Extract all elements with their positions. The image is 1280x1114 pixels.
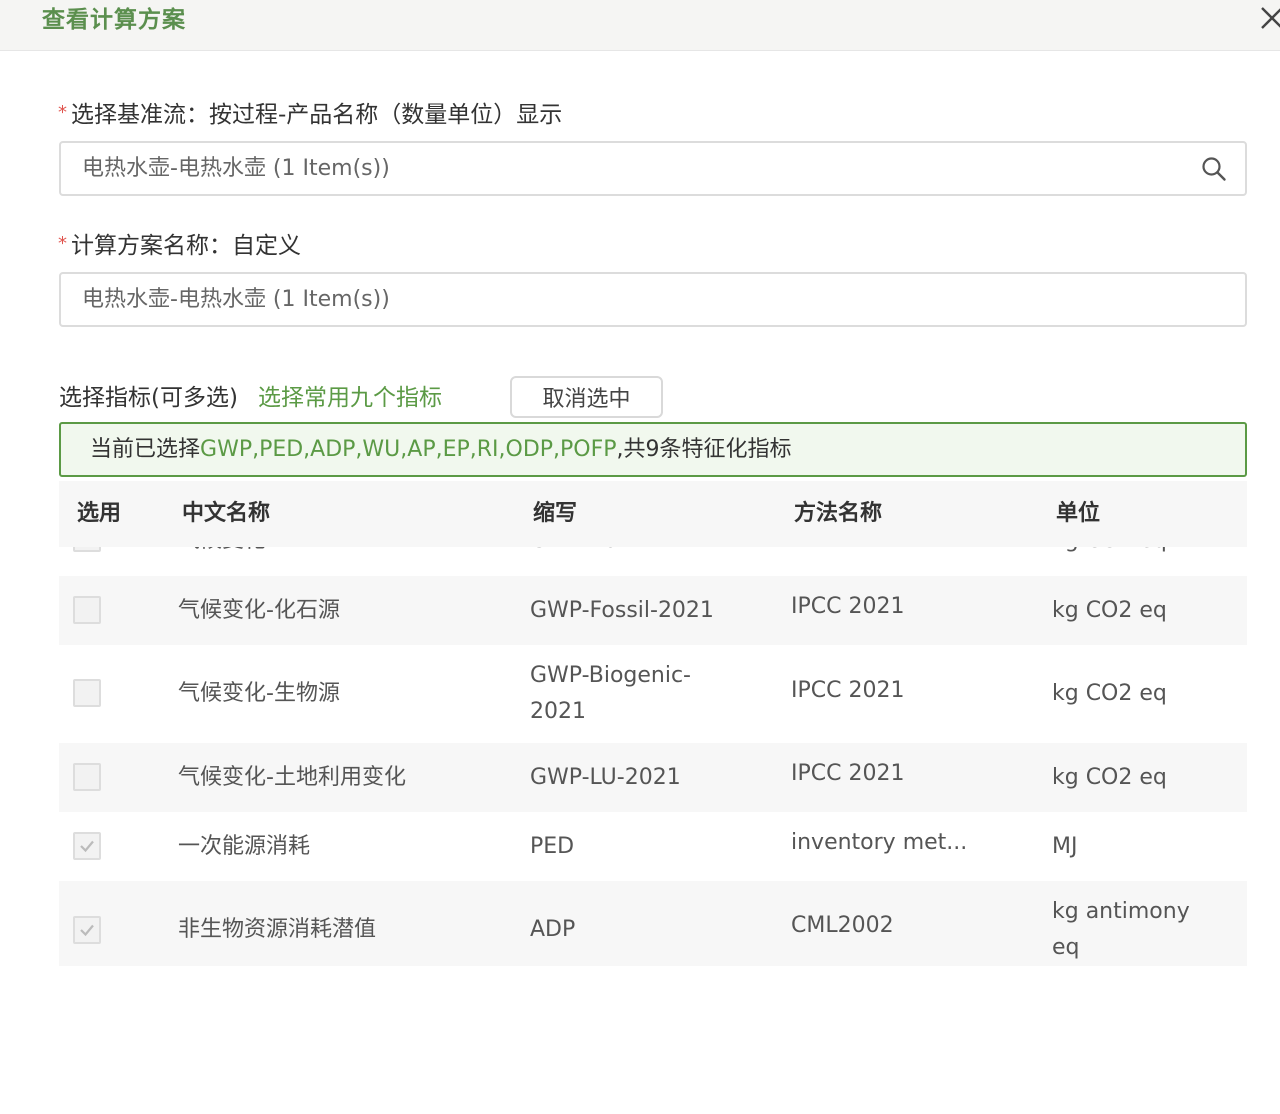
row-abbreviation-cell: ADP xyxy=(530,917,576,942)
required-mark: * xyxy=(58,102,67,123)
selection-summary-text: 当前已选择GWP,PED,ADP,WU,AP,EP,RI,ODP,POFP,共9… xyxy=(90,434,792,466)
row-checkbox[interactable] xyxy=(73,679,101,707)
table-row: 气候变化 GWP-2021 IPCC 2021 kg CO2 eq xyxy=(59,547,1247,576)
column-header-name: 中文名称 xyxy=(182,501,271,526)
selection-summary-banner: 当前已选择GWP,PED,ADP,WU,AP,EP,RI,ODP,POFP,共9… xyxy=(59,422,1247,477)
row-abbreviation-cell: GWP-2021 xyxy=(530,547,646,559)
selection-suffix: ,共9条特征化指标 xyxy=(616,437,792,462)
column-header-unit: 单位 xyxy=(1056,501,1101,526)
column-header-use: 选用 xyxy=(77,501,122,526)
row-name-cell: 一次能源消耗 xyxy=(178,834,311,859)
close-button[interactable] xyxy=(1256,2,1280,34)
selection-prefix: 当前已选择 xyxy=(90,437,201,462)
row-method-cell: IPCC 2021 xyxy=(791,594,905,619)
reference-flow-input[interactable]: 电热水壶-电热水壶 (1 Item(s)) xyxy=(59,141,1247,196)
row-checkbox[interactable] xyxy=(73,916,101,944)
table-row: 非生物资源消耗潜值 ADP CML2002 kg antimony eq xyxy=(59,881,1247,966)
row-name-cell: 非生物资源消耗潜值 xyxy=(178,917,377,942)
indicator-table-header: 选用 中文名称 缩写 方法名称 单位 xyxy=(59,481,1247,547)
checkmark-icon xyxy=(80,840,94,853)
required-mark: * xyxy=(58,233,67,254)
reference-flow-label-text: 选择基准流：按过程-产品名称（数量单位）显示 xyxy=(71,102,563,128)
scheme-name-value: 电热水壶-电热水壶 (1 Item(s)) xyxy=(82,287,390,312)
row-method-cell: inventory met... xyxy=(791,830,968,855)
scheme-name-input[interactable]: 电热水壶-电热水壶 (1 Item(s)) xyxy=(59,272,1247,327)
table-row: 一次能源消耗 PED inventory met... MJ xyxy=(59,812,1247,881)
search-icon xyxy=(1202,157,1226,181)
scheme-name-label: * 计算方案名称：自定义 xyxy=(58,228,301,262)
table-row: 气候变化-化石源 GWP-Fossil-2021 IPCC 2021 kg CO2 e… xyxy=(59,576,1247,645)
selected-indicators-list: GWP,PED,ADP,WU,AP,EP,RI,ODP,POFP xyxy=(200,437,617,462)
row-unit-cell: kg CO2 eq xyxy=(1052,598,1167,623)
reference-flow-label: * 选择基准流：按过程-产品名称（数量单位）显示 xyxy=(58,97,562,131)
row-checkbox[interactable] xyxy=(73,832,101,860)
table-row: 气候变化-土地利用变化 GWP-LU-2021 IPCC 2021 kg CO2 eq xyxy=(59,743,1247,812)
row-method-cell: IPCC 2021 xyxy=(791,547,904,554)
column-header-abbreviation: 缩写 xyxy=(533,501,578,526)
row-abbreviation-cell: GWP-Fossil-2021 xyxy=(530,598,714,623)
search-button[interactable] xyxy=(1201,156,1227,182)
row-name-cell: 气候变化-土地利用变化 xyxy=(178,765,406,790)
row-abbreviation-cell: PED xyxy=(530,834,575,859)
reference-flow-value: 电热水壶-电热水壶 (1 Item(s)) xyxy=(82,156,390,181)
indicator-table-rows: 气候变化 GWP-2021 IPCC 2021 kg CO2 eq 气候变化-化石源 GW… xyxy=(59,547,1247,966)
row-checkbox[interactable] xyxy=(73,763,101,791)
row-method-cell: CML2002 xyxy=(791,913,894,938)
row-unit-cell: MJ xyxy=(1052,834,1078,859)
column-header-method: 方法名称 xyxy=(794,501,883,526)
dialog-title: 查看计算方案 xyxy=(42,7,186,33)
row-name-cell: 气候变化-化石源 xyxy=(178,598,340,623)
row-method-cell: IPCC 2021 xyxy=(791,678,905,703)
row-unit-cell: kg antimony eq xyxy=(1052,899,1190,960)
checkmark-icon xyxy=(80,924,94,937)
dialog-header: 查看计算方案 xyxy=(0,0,1280,51)
select-common-indicators-link[interactable]: 选择常用九个指标 xyxy=(258,382,442,414)
row-method-cell: IPCC 2021 xyxy=(791,761,905,786)
cancel-selection-button[interactable]: 取消选中 xyxy=(510,376,663,418)
row-name-cell: 气候变化-生物源 xyxy=(178,681,340,706)
row-checkbox[interactable] xyxy=(73,596,101,624)
row-unit-cell: kg CO2 eq xyxy=(1052,681,1167,706)
row-checkbox[interactable] xyxy=(73,547,101,552)
indicator-label: 选择指标(可多选) xyxy=(59,385,238,411)
row-unit-cell: kg CO2 eq xyxy=(1052,765,1167,790)
row-unit-cell: kg CO2 eq xyxy=(1052,547,1167,559)
row-abbreviation-cell: GWP-Biogenic-2021 xyxy=(530,663,691,724)
row-abbreviation-cell: GWP-LU-2021 xyxy=(530,765,681,790)
row-name-cell: 气候变化 xyxy=(178,547,266,559)
table-row: 气候变化-生物源 GWP-Biogenic-2021 IPCC 2021 kg CO2… xyxy=(59,645,1247,743)
close-icon xyxy=(1261,7,1280,29)
scheme-name-label-text: 计算方案名称：自定义 xyxy=(71,233,301,259)
indicator-table-body[interactable]: 气候变化 GWP-2021 IPCC 2021 kg CO2 eq 气候变化-化石源 GW… xyxy=(59,547,1247,966)
